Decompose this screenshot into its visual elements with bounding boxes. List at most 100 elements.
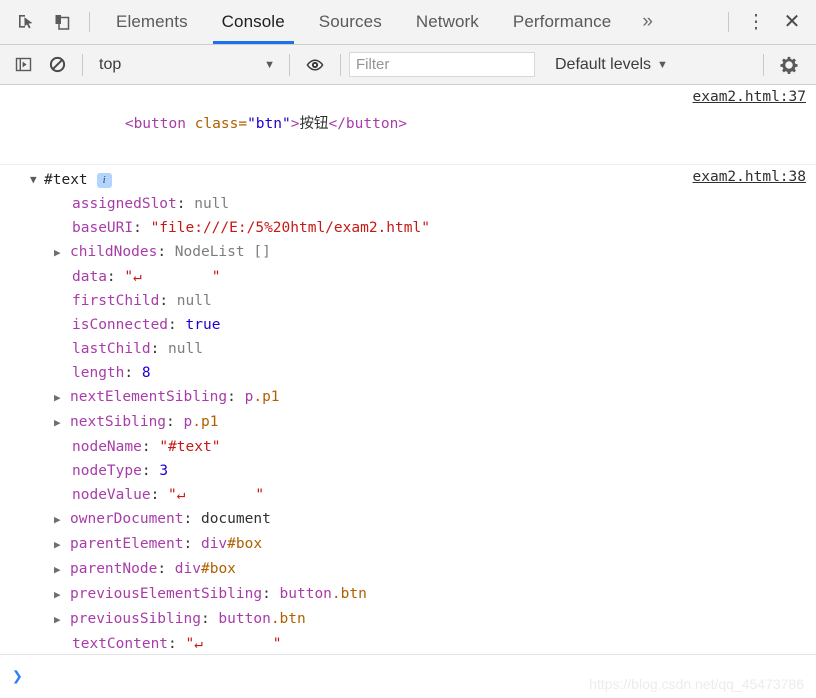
property-value[interactable]: button.btn: [218, 607, 305, 631]
property-colon: :: [168, 636, 186, 652]
property-value: null: [176, 293, 212, 309]
console-message-html-preview[interactable]: <button class="btn">按钮</button> exam2.ht…: [0, 85, 816, 165]
disclosure-triangle-open-icon[interactable]: ▼: [30, 168, 44, 192]
kebab-menu-icon[interactable]: ⋮: [738, 0, 774, 44]
disclosure-triangle-closed-icon[interactable]: ▶: [54, 241, 68, 265]
log-levels-dropdown[interactable]: Default levels ▼: [555, 56, 668, 74]
property-row[interactable]: ▶ childNodes: NodeList []: [0, 240, 816, 265]
property-row[interactable]: ▶ nextSibling: p.p1: [0, 410, 816, 435]
property-row: nodeName: "#text": [0, 435, 816, 459]
property-value: null: [168, 341, 203, 357]
tab-console[interactable]: Console: [205, 0, 302, 44]
property-colon: :: [166, 414, 184, 430]
console-toolbar: top ▼ Default levels ▼: [0, 45, 816, 85]
property-key: nextElementSibling: [70, 389, 228, 405]
node-tag: div: [174, 561, 201, 577]
console-message-text-node[interactable]: exam2.html:38 ▼ #text i assignedSlot: nu…: [0, 165, 816, 654]
node-class: .p1: [253, 389, 280, 405]
property-key: nodeValue: [72, 487, 151, 503]
property-row: lastChild: null: [0, 337, 816, 361]
disclosure-triangle-closed-icon[interactable]: ▶: [54, 386, 68, 410]
property-colon: :: [150, 487, 169, 503]
property-row[interactable]: ▶ previousElementSibling: button.btn: [0, 582, 816, 607]
info-badge-icon[interactable]: i: [96, 172, 112, 188]
disclosure-triangle-closed-icon[interactable]: ▶: [54, 558, 68, 582]
property-row[interactable]: ▶ ownerDocument: document: [0, 507, 816, 532]
console-sidebar-icon[interactable]: [6, 50, 40, 80]
disclosure-triangle-closed-icon[interactable]: ▶: [54, 508, 68, 532]
property-value[interactable]: p.p1: [245, 385, 280, 409]
kebab-menu-glyph: ⋮: [746, 11, 766, 33]
string-quote-open: ": [124, 269, 134, 285]
property-row[interactable]: ▶ nextElementSibling: p.p1: [0, 385, 816, 410]
string-quote-open: ": [185, 636, 195, 652]
string-quote-close: ": [202, 636, 282, 652]
property-row: baseURI: "file:///E:/5%20html/exam2.html…: [0, 216, 816, 240]
html-token-close-tag: </button>: [328, 116, 408, 132]
property-value: "file:///E:/5%20html/exam2.html": [150, 220, 430, 236]
devtools-window: Elements Console Sources Network Perform…: [0, 0, 816, 698]
property-key: nextSibling: [70, 414, 167, 430]
source-link[interactable]: exam2.html:37: [693, 89, 807, 105]
property-key: parentElement: [70, 536, 184, 552]
node-tag: div: [200, 536, 228, 552]
property-value[interactable]: div#box: [201, 532, 262, 556]
source-link[interactable]: exam2.html:38: [693, 169, 807, 185]
property-value: true: [185, 317, 221, 333]
newline-return-icon: ↵: [194, 636, 203, 652]
tab-network[interactable]: Network: [399, 0, 496, 44]
close-icon[interactable]: ✕: [774, 0, 810, 44]
tab-network-label: Network: [415, 12, 479, 31]
property-value: 8: [141, 365, 151, 381]
disclosure-triangle-closed-icon[interactable]: ▶: [54, 411, 68, 435]
disclosure-triangle-closed-icon[interactable]: ▶: [54, 608, 68, 632]
tab-console-label: Console: [221, 12, 285, 31]
property-value[interactable]: div#box: [175, 557, 236, 581]
execution-context-select[interactable]: top ▼: [91, 52, 281, 78]
clear-console-icon[interactable]: [40, 50, 74, 80]
property-colon: :: [124, 365, 142, 381]
property-row[interactable]: ▶ parentNode: div#box: [0, 557, 816, 582]
property-row: assignedSlot: null: [0, 192, 816, 216]
property-row[interactable]: ▶ previousSibling: button.btn: [0, 607, 816, 632]
property-colon: :: [141, 463, 160, 479]
property-value[interactable]: button.btn: [280, 582, 367, 606]
tab-performance[interactable]: Performance: [496, 0, 628, 44]
property-key: parentNode: [70, 561, 158, 577]
node-class: #box: [227, 536, 263, 552]
console-prompt-input[interactable]: [30, 667, 816, 686]
tab-performance-label: Performance: [512, 12, 612, 31]
property-value: "↵ ": [186, 632, 282, 654]
property-value[interactable]: document: [201, 507, 271, 531]
disclosure-triangle-closed-icon[interactable]: ▶: [54, 533, 68, 557]
property-key: data: [72, 269, 107, 285]
property-row[interactable]: ▶ parentElement: div#box: [0, 532, 816, 557]
property-value[interactable]: NodeList []: [175, 240, 271, 264]
property-key: previousSibling: [70, 611, 201, 627]
more-tabs-chevron-icon[interactable]: »: [628, 0, 667, 44]
tab-elements[interactable]: Elements: [99, 0, 205, 44]
disclosure-triangle-closed-icon[interactable]: ▶: [54, 583, 68, 607]
property-key: textContent: [72, 636, 169, 652]
property-colon: :: [262, 586, 280, 602]
string-quote-close: ": [141, 269, 221, 285]
property-row: isConnected: true: [0, 313, 816, 337]
property-key: ownerDocument: [70, 511, 184, 527]
property-key: childNodes: [70, 244, 158, 260]
console-filter-input[interactable]: [349, 52, 535, 77]
property-colon: :: [159, 293, 177, 309]
tab-sources[interactable]: Sources: [302, 0, 399, 44]
property-key: firstChild: [72, 293, 160, 309]
newline-return-icon: ↵: [133, 269, 142, 285]
settings-gear-icon[interactable]: [772, 50, 806, 80]
live-expression-eye-icon[interactable]: [298, 50, 332, 80]
console-prompt-row[interactable]: ❯: [0, 654, 816, 698]
object-property-list: assignedSlot: null baseURI: "file:///E:/5…: [0, 192, 816, 654]
device-toolbar-icon[interactable]: [44, 0, 80, 44]
node-class: .btn: [331, 586, 367, 602]
property-row: textContent: "↵ ": [0, 632, 816, 654]
inspect-element-icon[interactable]: [8, 0, 44, 44]
property-colon: :: [168, 317, 186, 333]
property-value[interactable]: p.p1: [184, 410, 219, 434]
property-value: null: [194, 196, 230, 212]
